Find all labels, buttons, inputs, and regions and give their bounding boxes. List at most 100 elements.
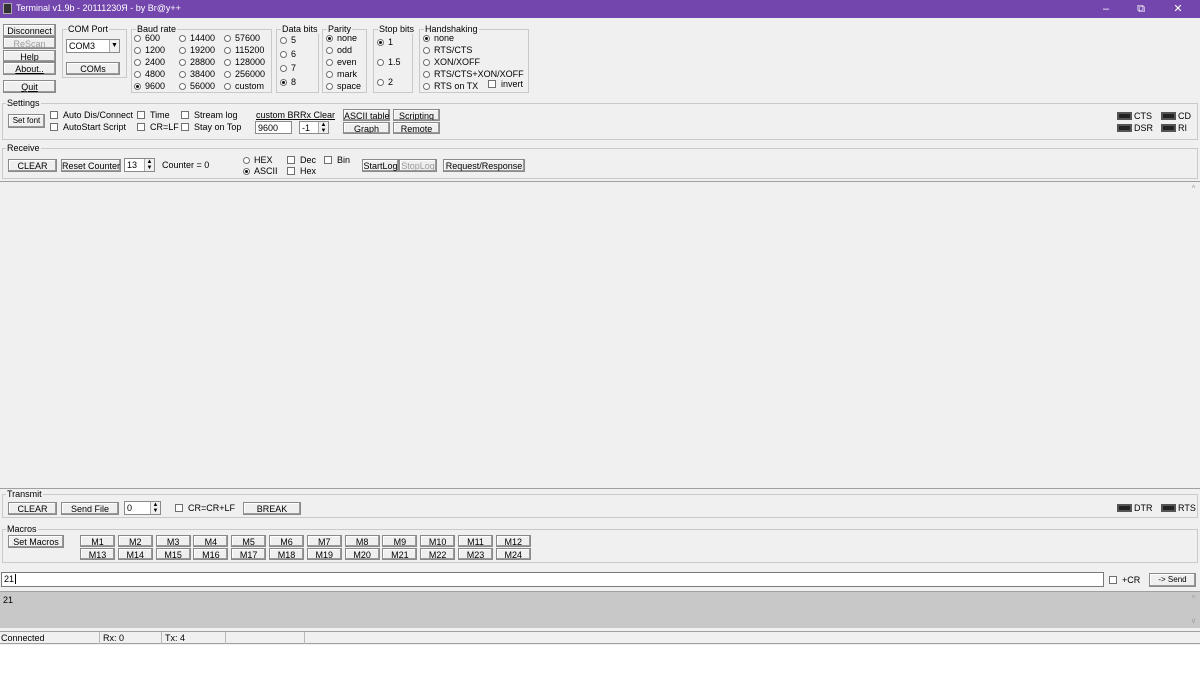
macro-m21-button[interactable]: M21	[382, 548, 418, 560]
macro-m20-button[interactable]: M20	[344, 548, 380, 560]
receive-output-area[interactable]: ^	[0, 181, 1200, 489]
radio-circle[interactable]	[326, 83, 333, 90]
checkbox-box[interactable]	[488, 80, 496, 88]
radio-circle[interactable]	[326, 71, 333, 78]
checkbox-box[interactable]	[50, 111, 58, 119]
cr-lf-checkbox[interactable]: CR=LF	[137, 122, 179, 133]
macro-m19-button[interactable]: M19	[306, 548, 342, 560]
macro-m13-button[interactable]: M13	[80, 548, 115, 560]
macro-m16-button[interactable]: M16	[193, 548, 229, 560]
dec-checkbox[interactable]: Dec	[287, 155, 316, 166]
macro-m9-button[interactable]: M9	[382, 535, 418, 547]
parity-even-radio[interactable]: even	[326, 57, 357, 68]
counter-spinner[interactable]: 13 ▲ ▼	[124, 158, 155, 172]
radio-circle[interactable]	[224, 47, 231, 54]
macro-m24-button[interactable]: M24	[495, 548, 531, 560]
radio-circle[interactable]	[224, 59, 231, 66]
radio-circle[interactable]	[224, 83, 231, 90]
parity-mark-radio[interactable]: mark	[326, 69, 357, 80]
stop-bits-1-5-radio[interactable]: 1.5	[377, 57, 401, 68]
send-log-area[interactable]: 21 ^ v	[0, 591, 1200, 628]
radio-circle[interactable]	[243, 157, 250, 164]
title-bar[interactable]: Terminal v1.9b - 20111230Я - by Br@y++ –…	[0, 0, 1200, 18]
baud-600-radio[interactable]: 600	[134, 33, 160, 44]
radio-circle[interactable]	[134, 71, 141, 78]
radio-circle[interactable]	[423, 47, 430, 54]
macro-m12-button[interactable]: M12	[495, 535, 531, 547]
radio-circle[interactable]	[134, 35, 141, 42]
baud-57600-radio[interactable]: 57600	[224, 33, 260, 44]
radio-circle[interactable]	[179, 71, 186, 78]
data-bits-5-radio[interactable]: 5	[280, 35, 296, 46]
about-button[interactable]: About..	[3, 62, 56, 75]
ascii-table-button[interactable]: ASCII table	[343, 109, 390, 121]
checkbox-box[interactable]	[181, 123, 189, 131]
handshaking-rts-cts-radio[interactable]: RTS/CTS	[423, 45, 472, 56]
set-macros-button[interactable]: Set Macros	[8, 535, 64, 548]
bin-checkbox[interactable]: Bin	[324, 155, 350, 166]
parity-space-radio[interactable]: space	[326, 81, 361, 92]
dtr-indicator[interactable]: DTR	[1117, 503, 1153, 514]
scroll-up-icon[interactable]: ^	[1187, 594, 1200, 603]
baud-115200-radio[interactable]: 115200	[224, 45, 264, 56]
baud-19200-radio[interactable]: 19200	[179, 45, 215, 56]
set-font-button[interactable]: Set font	[8, 114, 45, 128]
request-response-button[interactable]: Request/Response	[443, 159, 525, 172]
macro-m10-button[interactable]: M10	[420, 535, 456, 547]
radio-circle[interactable]	[179, 47, 186, 54]
chevron-down-icon[interactable]: ▼	[109, 40, 119, 52]
scroll-up-icon[interactable]: ^	[1187, 184, 1200, 193]
send-button[interactable]: -> Send	[1149, 573, 1196, 587]
baud-14400-radio[interactable]: 14400	[179, 33, 215, 44]
data-bits-6-radio[interactable]: 6	[280, 49, 296, 60]
auto-dis-connect-checkbox[interactable]: Auto Dis/Connect	[50, 110, 133, 121]
baud-4800-radio[interactable]: 4800	[134, 69, 165, 80]
transmit-clear-button[interactable]: CLEAR	[8, 502, 57, 515]
stream-log-checkbox[interactable]: Stream log	[181, 110, 238, 121]
rx-clear-spinner[interactable]: -1 ▲ ▼	[299, 121, 329, 134]
macro-m8-button[interactable]: M8	[344, 535, 380, 547]
baud-2400-radio[interactable]: 2400	[134, 57, 165, 68]
coms-button[interactable]: COMs	[66, 62, 120, 75]
hex-radio[interactable]: HEX	[243, 155, 273, 166]
data-bits-7-radio[interactable]: 7	[280, 63, 296, 74]
macro-m3-button[interactable]: M3	[155, 535, 191, 547]
disconnect-button[interactable]: Disconnect	[3, 24, 56, 37]
radio-circle[interactable]	[224, 71, 231, 78]
autostart-script-checkbox[interactable]: AutoStart Script	[50, 122, 126, 133]
minimize-button[interactable]: –	[1089, 1, 1123, 17]
radio-circle[interactable]	[179, 35, 186, 42]
scroll-down-icon[interactable]: v	[1187, 616, 1200, 625]
custom-br-input[interactable]: 9600	[255, 121, 292, 134]
startlog-button[interactable]: StartLog	[362, 159, 399, 172]
macro-m11-button[interactable]: M11	[458, 535, 493, 547]
radio-circle[interactable]	[423, 59, 430, 66]
rts-indicator[interactable]: RTS	[1161, 503, 1196, 514]
radio-circle[interactable]	[134, 83, 141, 90]
quit-button[interactable]: Quit	[3, 80, 56, 93]
radio-circle[interactable]	[179, 59, 186, 66]
spinner-arrows-icon[interactable]: ▲ ▼	[150, 502, 160, 514]
data-bits-8-radio[interactable]: 8	[280, 77, 296, 88]
com-port-select[interactable]: COM3 ▼	[66, 39, 120, 53]
radio-circle[interactable]	[134, 47, 141, 54]
handshaking-rts-on-tx-radio[interactable]: RTS on TX	[423, 81, 478, 92]
time-checkbox[interactable]: Time	[137, 110, 170, 121]
spinner-arrows-icon[interactable]: ▲ ▼	[318, 122, 328, 133]
stop-bits-1-radio[interactable]: 1	[377, 37, 393, 48]
macro-m5-button[interactable]: M5	[231, 535, 267, 547]
macro-m6-button[interactable]: M6	[269, 535, 304, 547]
radio-circle[interactable]	[280, 65, 287, 72]
checkbox-box[interactable]	[287, 167, 295, 175]
macro-m2-button[interactable]: M2	[117, 535, 153, 547]
macro-m23-button[interactable]: M23	[458, 548, 493, 560]
help-button[interactable]: Help	[3, 50, 56, 62]
radio-circle[interactable]	[377, 59, 384, 66]
restore-button[interactable]: ⧉	[1124, 1, 1158, 17]
checkbox-box[interactable]	[1109, 576, 1117, 584]
baud-128000-radio[interactable]: 128000	[224, 57, 265, 68]
reset-counter-button[interactable]: Reset Counter	[61, 159, 121, 172]
remote-button[interactable]: Remote	[393, 122, 440, 134]
stoplog-button[interactable]: StopLog	[399, 159, 437, 172]
receive-clear-button[interactable]: CLEAR	[8, 159, 57, 172]
